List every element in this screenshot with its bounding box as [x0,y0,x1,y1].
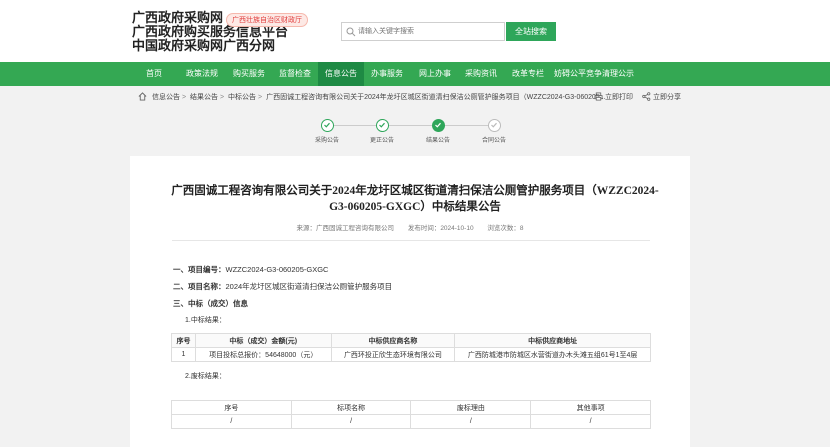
table-cell: 广西防城港市防城区水营街道办木头滩五组61号1至4层 [454,347,651,362]
table-row: 1 项目投标总报价：54648000（元） 广西环投正欣生态环境有限公司 广西防… [171,347,651,362]
breadcrumb-sep: > [220,94,225,101]
nav-item-services[interactable]: 办事服务 [364,62,410,86]
search-button[interactable]: 全站搜索 [506,22,556,41]
table-header: 废标理由 [410,400,532,415]
table-header: 序号 [171,333,196,348]
project-number: 一、项目编号：WZZC2024-G3-060205-GXGC [173,264,328,275]
nav-item-supervision[interactable]: 监督检查 [272,62,318,86]
failed-result-table: 序号 标项名称 废标理由 其他事项 / / / / [171,400,651,429]
site-title-line: 广西政府购买服务信息平台 [132,24,289,39]
step-result-notice[interactable]: 结果公告 [418,119,458,144]
steps-connector [333,125,489,126]
project-number-label: 一、项目编号： [173,265,226,274]
share-label: 立即分享 [653,94,681,101]
table-header-row: 序号 标项名称 废标理由 其他事项 [171,400,651,415]
share-button[interactable]: 立即分享 [642,92,681,102]
step-purchase-notice[interactable]: 采购公告 [307,119,347,144]
table-cell: 1 [171,347,196,362]
table-header: 中标（成交）金额(元) [194,333,332,348]
breadcrumb-sep: > [258,94,263,101]
table-header: 标项名称 [290,400,412,415]
print-button[interactable]: 立即打印 [594,92,633,102]
table-header: 中标供应商名称 [330,333,456,348]
breadcrumb-item[interactable]: 中标公告 [228,94,256,101]
project-number-value: WZZC2024-G3-060205-GXGC [225,265,329,274]
breadcrumb: 信息公告 > 结果公告 > 中标公告 > 广西固诚工程咨询有限公司关于2024年龙圩区… [138,92,606,102]
nav-item-online[interactable]: 网上办事 [412,62,458,86]
winning-info-heading-text: 三、中标（成交）信息 [173,299,248,308]
nav-item-announcements[interactable]: 信息公告 [318,62,364,86]
nav-item-news[interactable]: 采购资讯 [458,62,504,86]
step-current-icon [431,119,445,132]
article-views: 浏览次数：8 [487,225,524,232]
table-cell: / [530,414,651,429]
table-cell: 项目投标总报价：54648000（元） [194,347,332,362]
winning-info-heading: 三、中标（成交）信息 [173,298,248,309]
step-done-icon [320,119,334,132]
breadcrumb-bar: 信息公告 > 结果公告 > 中标公告 > 广西固诚工程咨询有限公司关于2024年龙圩区… [0,86,830,108]
project-name-label: 二、项目名称： [173,282,226,291]
home-icon [138,92,147,101]
print-icon [594,92,603,101]
nav-item-home[interactable]: 首页 [134,62,174,86]
step-label: 采购公告 [314,138,339,144]
print-label: 立即打印 [605,94,633,101]
article-title: 广西固诚工程咨询有限公司关于2024年龙圩区城区街道清扫保洁公厕管护服务项目（W… [160,183,670,215]
step-label: 结果公告 [425,138,450,144]
article-source: 来源：广西固诚工程咨询有限公司 [296,225,395,232]
table-header: 其他事项 [530,400,651,415]
search-box [341,22,505,41]
project-name: 二、项目名称：2024年龙圩区城区街道清扫保洁公厕管护服务项目 [173,281,392,292]
article-meta: 来源：广西固诚工程咨询有限公司 发布时间：2024-10-10 浏览次数：8 [130,222,690,232]
step-pending-icon [487,119,501,132]
table-header: 中标供应商地址 [454,333,651,348]
step-correction-notice[interactable]: 更正公告 [362,119,402,144]
breadcrumb-item[interactable]: 结果公告 [190,94,218,101]
step-label: 更正公告 [369,138,394,144]
nav-item-policy[interactable]: 政策法规 [178,62,226,86]
table-header: 序号 [171,400,292,415]
nav-item-purchase-service[interactable]: 购买服务 [226,62,272,86]
breadcrumb-current: 广西固诚工程咨询有限公司关于2024年龙圩区城区街道清扫保洁公厕管护服务项目（W… [266,94,606,101]
article-title-line: 广西固诚工程咨询有限公司关于2024年龙圩区城区街道清扫保洁公厕管护服务项目（W… [171,185,659,197]
table-row: / / / / [171,414,651,429]
article-title-line: G3-060205-GXGC）中标结果公告 [329,201,501,213]
table-cell: / [290,414,412,429]
search-input[interactable] [358,24,502,39]
breadcrumb-item[interactable]: 信息公告 [152,94,180,101]
share-icon [642,92,651,101]
step-done-icon [375,119,389,132]
step-contract-notice[interactable]: 合同公告 [474,119,514,144]
step-label: 合同公告 [481,138,506,144]
table-cell: 广西环投正欣生态环境有限公司 [330,347,456,362]
divider [172,240,650,241]
failed-result-label: 2.废标结果： [185,373,226,380]
table-cell: / [410,414,532,429]
table-header-row: 序号 中标（成交）金额(元) 中标供应商名称 中标供应商地址 [171,333,651,348]
breadcrumb-sep: > [181,94,187,101]
main-nav: 首页 政策法规 购买服务 监督检查 信息公告 办事服务 网上办事 采购资讯 改革… [0,62,830,86]
search-icon [346,27,356,37]
article-date: 发布时间：2024-10-10 [407,225,474,232]
nav-item-fair-competition[interactable]: 妨碍公平竞争清理公示 [552,62,636,86]
nav-item-reform[interactable]: 改革专栏 [505,62,551,86]
dept-badge: 广西壮族自治区财政厅 [226,13,308,27]
winning-result-label: 1.中标结果： [185,317,226,324]
site-title-line: 中国政府采购网广西分网 [132,38,276,53]
table-cell: / [171,414,292,429]
site-header: 广西政府采购网 广西政府购买服务信息平台 中国政府采购网广西分网 广西壮族自治区… [0,0,830,62]
winning-result-table: 序号 中标（成交）金额(元) 中标供应商名称 中标供应商地址 1 项目投标总报价… [171,333,651,362]
project-name-value: 2024年龙圩区城区街道清扫保洁公厕管护服务项目 [225,282,393,291]
